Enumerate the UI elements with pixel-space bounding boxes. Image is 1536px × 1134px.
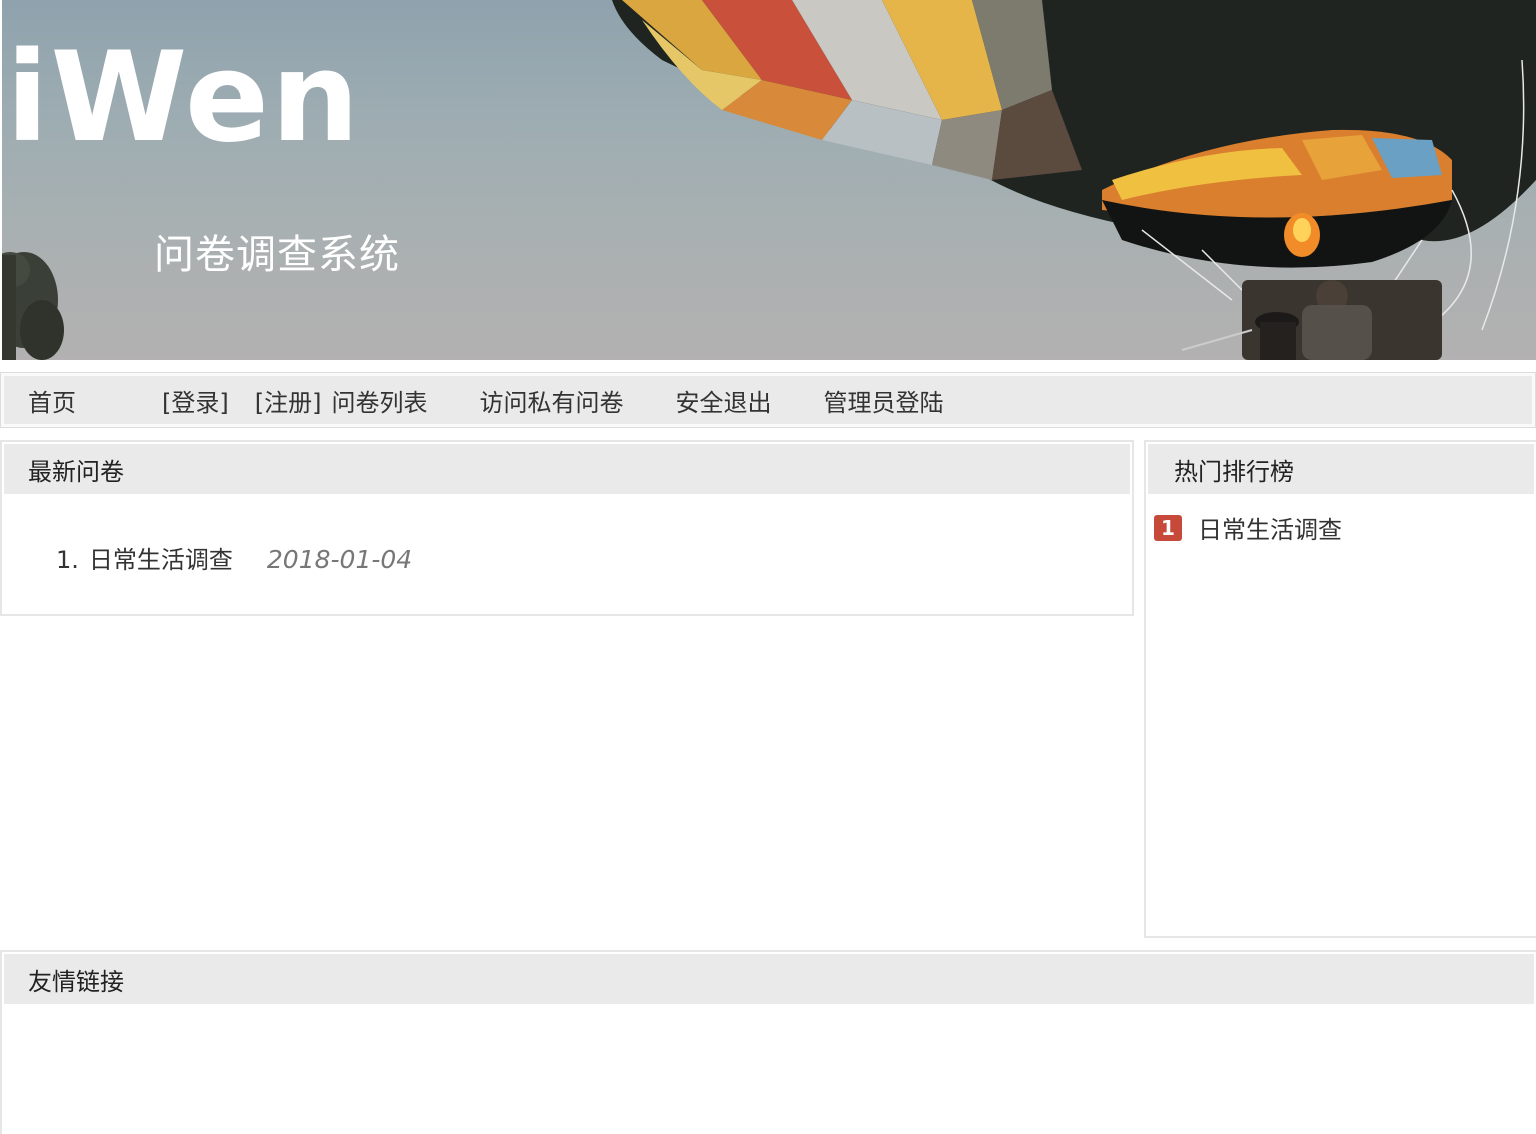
navigation-bar: 首页 [登录] [注册] 问卷列表 访问私有问卷 安全退出 管理员登陆 bbox=[4, 376, 1532, 424]
survey-link[interactable]: 日常生活调查 bbox=[89, 540, 233, 575]
nav-login-link[interactable]: [登录] bbox=[162, 383, 229, 418]
nav-register-link[interactable]: [注册] bbox=[255, 383, 322, 418]
friendly-links-panel: 友情链接 bbox=[0, 950, 1536, 1134]
nav-private-survey-link[interactable]: 访问私有问卷 bbox=[479, 383, 623, 418]
hot-ranking-panel: 热门排行榜 1 日常生活调查 bbox=[1144, 440, 1536, 938]
friendly-links-title: 友情链接 bbox=[28, 967, 124, 996]
latest-surveys-list: 1. 日常生活调查 2018-01-04 bbox=[2, 496, 1132, 575]
nav-admin-login-link[interactable]: 管理员登陆 bbox=[823, 383, 943, 418]
list-item-index: 1. bbox=[56, 546, 79, 574]
ranking-survey-link[interactable]: 日常生活调查 bbox=[1198, 510, 1342, 545]
rank-badge: 1 bbox=[1154, 514, 1182, 541]
main-navigation: 首页 [登录] [注册] 问卷列表 访问私有问卷 安全退出 管理员登陆 bbox=[0, 372, 1536, 428]
nav-logout-link[interactable]: 安全退出 bbox=[675, 383, 771, 418]
survey-date: 2018-01-04 bbox=[266, 545, 413, 574]
site-subtitle: 问卷调查系统 bbox=[154, 232, 400, 278]
ranking-item: 1 日常生活调查 bbox=[1146, 496, 1536, 545]
site-logo: iWen bbox=[6, 26, 362, 170]
nav-home-link[interactable]: 首页 bbox=[28, 383, 76, 418]
nav-survey-list-link[interactable]: 问卷列表 bbox=[331, 383, 427, 418]
latest-surveys-header: 最新问卷 bbox=[4, 444, 1130, 494]
balloon-envelope bbox=[612, 0, 1536, 268]
list-item: 1. 日常生活调查 2018-01-04 bbox=[56, 540, 1132, 575]
friendly-links-header: 友情链接 bbox=[4, 954, 1534, 1004]
latest-surveys-title: 最新问卷 bbox=[28, 457, 124, 486]
hot-ranking-title: 热门排行榜 bbox=[1174, 457, 1294, 486]
header-banner: iWen 问卷调查系统 bbox=[2, 0, 1536, 360]
hot-ranking-header: 热门排行榜 bbox=[1148, 444, 1534, 494]
latest-surveys-panel: 最新问卷 1. 日常生活调查 2018-01-04 bbox=[0, 440, 1134, 616]
tree-silhouette bbox=[2, 252, 64, 360]
